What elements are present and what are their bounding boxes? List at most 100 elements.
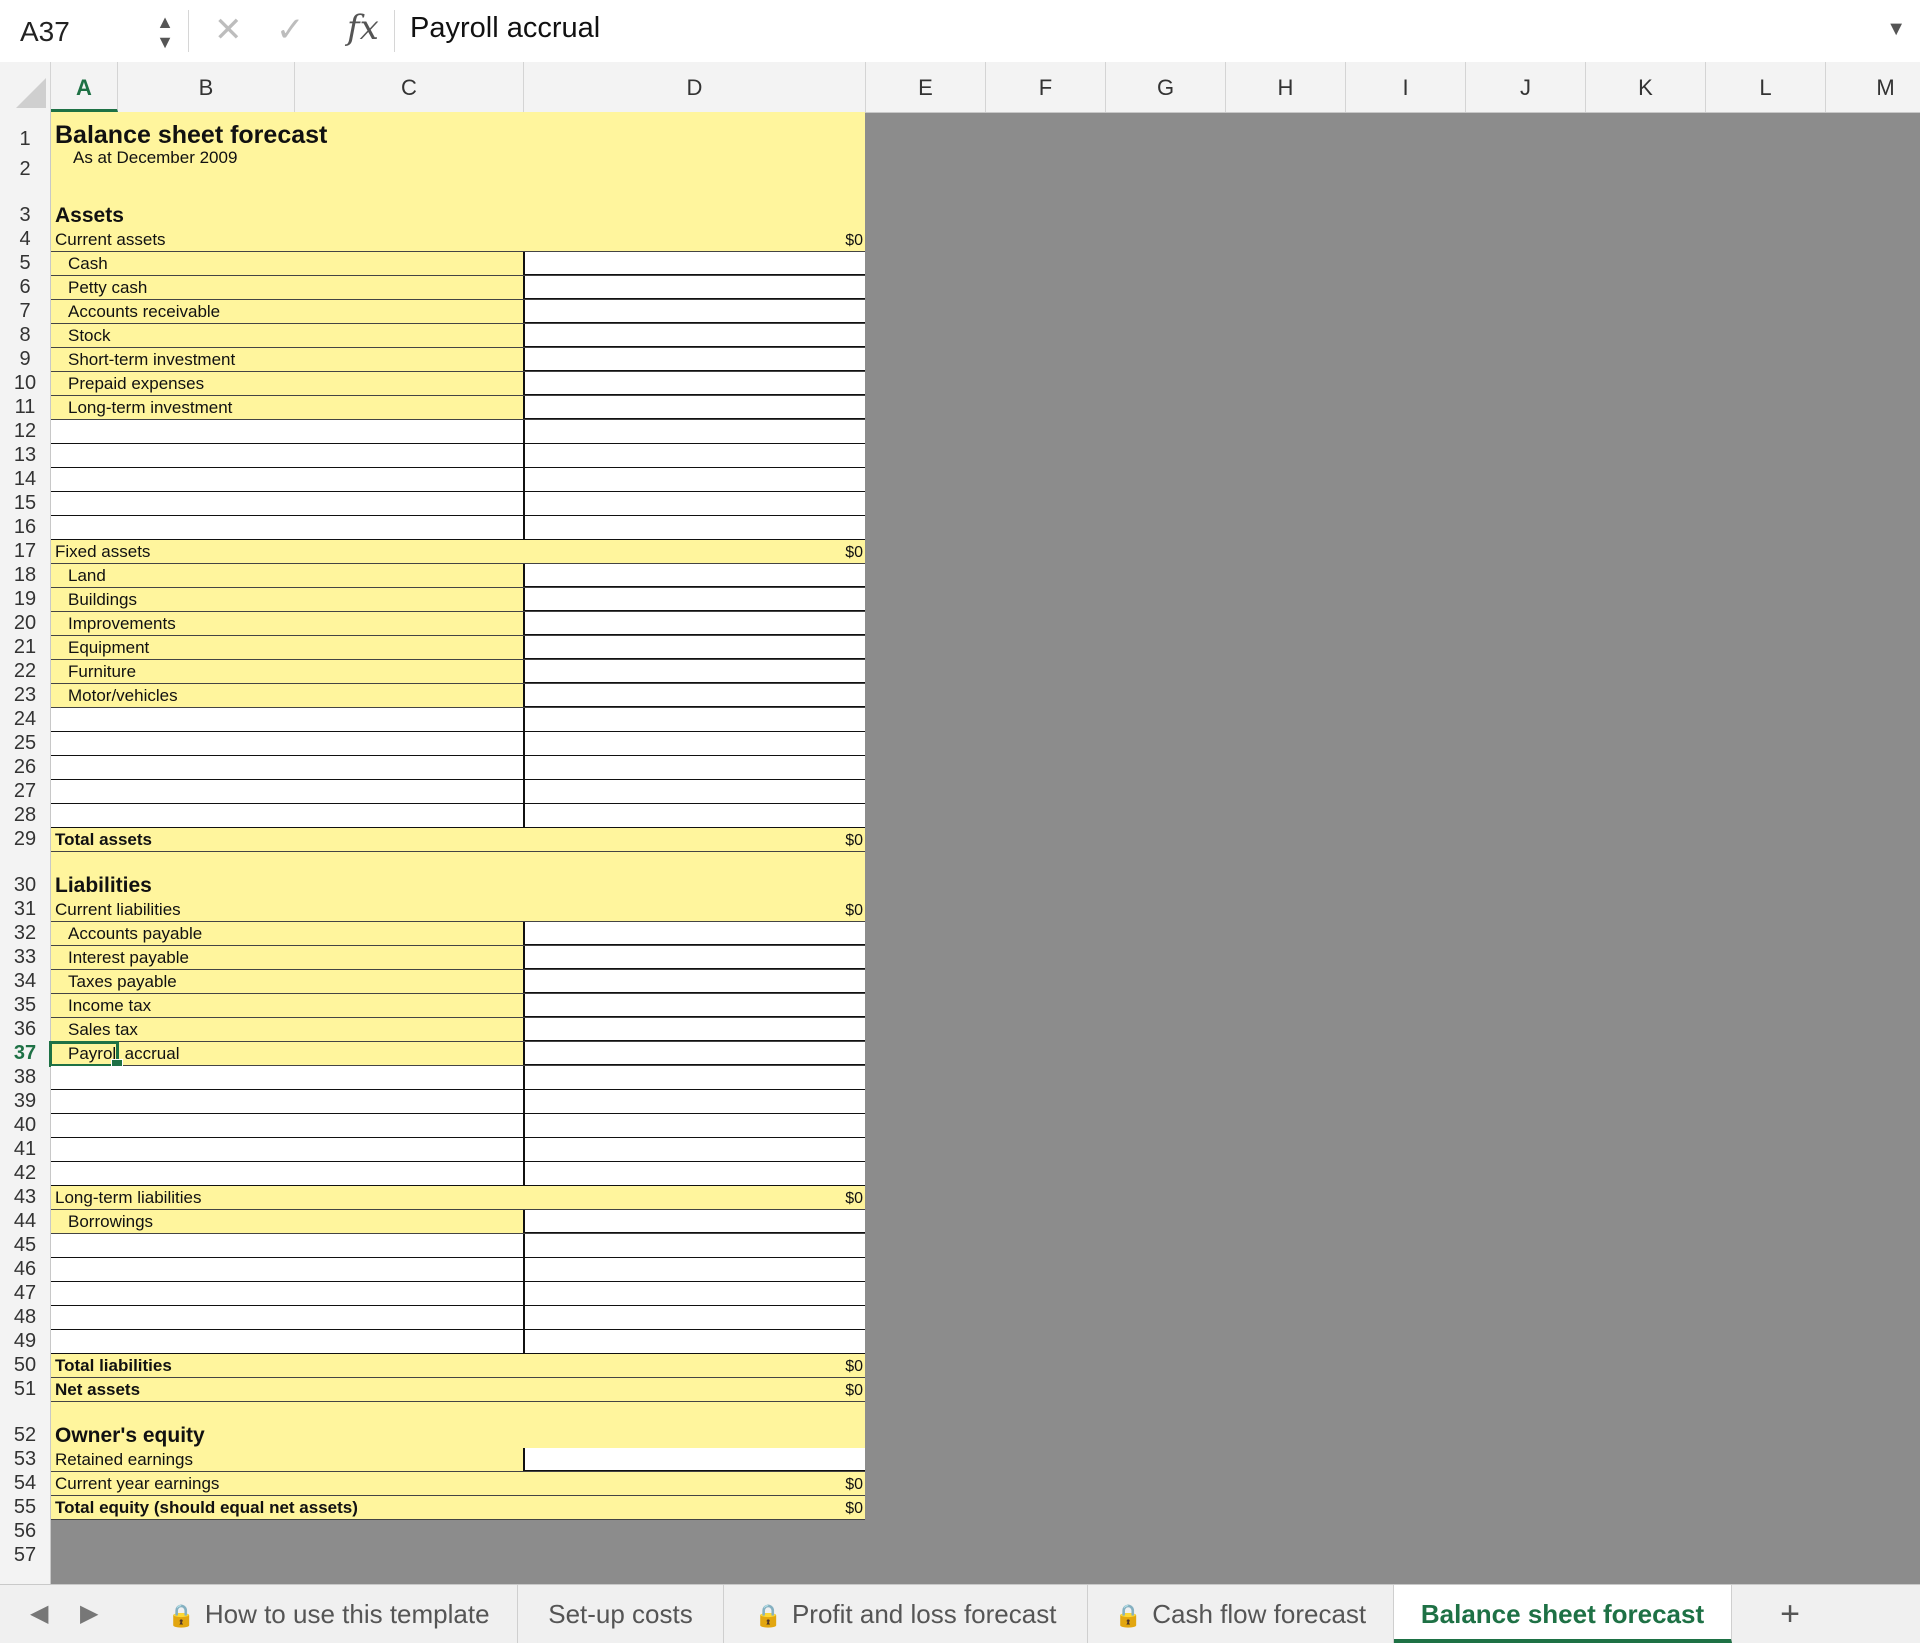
sheet-row-8[interactable]: Stock	[51, 324, 865, 348]
value-input-cell[interactable]	[523, 636, 865, 659]
sheet-row-53[interactable]: Retained earnings	[51, 1448, 865, 1472]
sheet-row-29[interactable]: Total assets $0	[51, 828, 865, 852]
sheet-row-11[interactable]: Long-term investment	[51, 396, 865, 420]
sheet-row-13[interactable]	[51, 444, 865, 468]
sheet-row-38[interactable]	[51, 1066, 865, 1090]
sheet-row-9[interactable]: Short-term investment	[51, 348, 865, 372]
sheet-row-18[interactable]: Land	[51, 564, 865, 588]
row-header-22[interactable]: 22	[0, 660, 50, 684]
sheet-tab-set-up-costs[interactable]: Set-up costs	[518, 1585, 724, 1643]
row-header-55[interactable]: 55	[0, 1496, 50, 1520]
sheet-row-44[interactable]: Borrowings	[51, 1210, 865, 1234]
column-header-h[interactable]: H	[1226, 62, 1346, 112]
row-header-12[interactable]: 12	[0, 420, 50, 444]
column-header-m[interactable]: M	[1826, 62, 1920, 112]
value-input-cell[interactable]	[523, 564, 865, 587]
value-input-cell[interactable]	[523, 276, 865, 299]
row-header-51[interactable]: 51	[0, 1378, 50, 1402]
value-input-cell[interactable]	[523, 300, 865, 323]
sheet-row-37[interactable]: Payroll accrual	[51, 1042, 865, 1066]
sheet-row-21[interactable]: Equipment	[51, 636, 865, 660]
row-header-52[interactable]: 52	[0, 1402, 50, 1448]
row-header-5[interactable]: 5	[0, 252, 50, 276]
sheet-row-35[interactable]: Income tax	[51, 994, 865, 1018]
row-header-47[interactable]: 47	[0, 1282, 50, 1306]
sheet-row-30[interactable]: Liabilities	[51, 852, 865, 898]
sheet-row-27[interactable]	[51, 780, 865, 804]
row-header-26[interactable]: 26	[0, 756, 50, 780]
sheet-row-25[interactable]	[51, 732, 865, 756]
sheet-row-54[interactable]: Current year earnings $0	[51, 1472, 865, 1496]
value-input-cell[interactable]	[523, 1042, 865, 1065]
row-header-35[interactable]: 35	[0, 994, 50, 1018]
sheet-row-55[interactable]: Total equity (should equal net assets) $0	[51, 1496, 865, 1520]
spreadsheet-grid[interactable]: ABCDEFGHIJKLM 1 2 3 4 5 6 7 8 9 10 11 12 13 14 15 16 17 1…	[0, 62, 1920, 1584]
column-header-d[interactable]: D	[524, 62, 866, 112]
row-header-46[interactable]: 46	[0, 1258, 50, 1282]
sheet-row-40[interactable]	[51, 1114, 865, 1138]
row-header-8[interactable]: 8	[0, 324, 50, 348]
row-header-36[interactable]: 36	[0, 1018, 50, 1042]
sheet-row-28[interactable]	[51, 804, 865, 828]
column-header-g[interactable]: G	[1106, 62, 1226, 112]
row-header-39[interactable]: 39	[0, 1090, 50, 1114]
sheet-row-41[interactable]	[51, 1138, 865, 1162]
sheet-row-3[interactable]: Assets	[51, 182, 865, 228]
column-header-f[interactable]: F	[986, 62, 1106, 112]
sheet-row-49[interactable]	[51, 1330, 865, 1354]
row-header-42[interactable]: 42	[0, 1162, 50, 1186]
row-header-45[interactable]: 45	[0, 1234, 50, 1258]
row-header-7[interactable]: 7	[0, 300, 50, 324]
formula-input[interactable]: Payroll accrual	[410, 12, 600, 45]
row-header-38[interactable]: 38	[0, 1066, 50, 1090]
row-header-41[interactable]: 41	[0, 1138, 50, 1162]
sheet-row-22[interactable]: Furniture	[51, 660, 865, 684]
column-header-b[interactable]: B	[118, 62, 295, 112]
value-input-cell[interactable]	[523, 396, 865, 419]
sheet-row-51[interactable]: Net assets $0	[51, 1378, 865, 1402]
row-header-20[interactable]: 20	[0, 612, 50, 636]
row-header-49[interactable]: 49	[0, 1330, 50, 1354]
row-header-19[interactable]: 19	[0, 588, 50, 612]
value-input-cell[interactable]	[523, 660, 865, 683]
sheet-row-33[interactable]: Interest payable	[51, 946, 865, 970]
select-all-corner[interactable]	[0, 62, 51, 112]
value-input-cell[interactable]	[523, 1210, 865, 1233]
plus-icon[interactable]: +	[1765, 1591, 1815, 1637]
sheet-row-20[interactable]: Improvements	[51, 612, 865, 636]
row-header-56[interactable]: 56	[0, 1520, 50, 1544]
row-header-32[interactable]: 32	[0, 922, 50, 946]
sheet-row-19[interactable]: Buildings	[51, 588, 865, 612]
value-input-cell[interactable]	[523, 994, 865, 1017]
row-header-6[interactable]: 6	[0, 276, 50, 300]
value-input-cell[interactable]	[523, 970, 865, 993]
value-input-cell[interactable]	[523, 348, 865, 371]
value-input-cell[interactable]	[523, 588, 865, 611]
row-header-44[interactable]: 44	[0, 1210, 50, 1234]
row-header-16[interactable]: 16	[0, 516, 50, 540]
sheet-row-12[interactable]	[51, 420, 865, 444]
row-header-40[interactable]: 40	[0, 1114, 50, 1138]
row-header-10[interactable]: 10	[0, 372, 50, 396]
row-header-54[interactable]: 54	[0, 1472, 50, 1496]
sheet-row-31[interactable]: Current liabilities $0	[51, 898, 865, 922]
row-header-25[interactable]: 25	[0, 732, 50, 756]
value-input-cell[interactable]	[523, 946, 865, 969]
value-input-cell[interactable]	[523, 684, 865, 707]
sheet-row-5[interactable]: Cash	[51, 252, 865, 276]
sheet-row-15[interactable]	[51, 492, 865, 516]
sheet-row-52[interactable]: Owner's equity	[51, 1402, 865, 1448]
row-header-37[interactable]: 37	[0, 1042, 50, 1066]
sheet-tab-balance-sheet-forecast[interactable]: Balance sheet forecast	[1394, 1585, 1732, 1643]
chevron-right-icon[interactable]: ▶	[80, 1599, 98, 1628]
row-header-29[interactable]: 29	[0, 828, 50, 852]
column-header-j[interactable]: J	[1466, 62, 1586, 112]
column-header-c[interactable]: C	[295, 62, 524, 112]
sheet-row-42[interactable]	[51, 1162, 865, 1186]
check-icon[interactable]: ✓	[276, 10, 305, 50]
sheet-row-26[interactable]	[51, 756, 865, 780]
sheet-row-24[interactable]	[51, 708, 865, 732]
row-header-21[interactable]: 21	[0, 636, 50, 660]
row-header-50[interactable]: 50	[0, 1354, 50, 1378]
column-header-e[interactable]: E	[866, 62, 986, 112]
